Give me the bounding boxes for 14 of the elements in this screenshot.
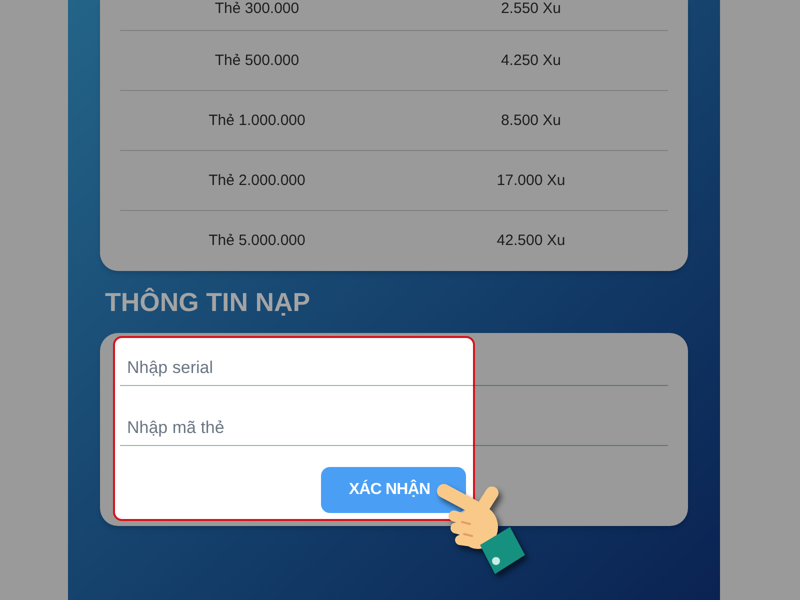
input-field[interactable]: Nhập mã thẻ	[120, 410, 668, 446]
input-field[interactable]: Nhập serial	[120, 350, 668, 386]
table-cell: 4.250 Xu	[500, 52, 562, 70]
table-cell: 17.000 Xu	[496, 172, 566, 190]
table-cell: Thẻ 500.000	[214, 52, 300, 70]
table-cell: Thẻ 1.000.000	[208, 112, 306, 130]
table-cell: Thẻ 300.000	[214, 0, 300, 18]
table-cell: 2.550 Xu	[500, 0, 562, 18]
section-heading: THÔNG TIN NẠP	[105, 286, 310, 318]
table-cell: Thẻ 5.000.000	[208, 232, 306, 250]
table-cell: 42.500 Xu	[496, 232, 566, 250]
confirm-button[interactable]: XÁC NHẬN	[321, 467, 466, 513]
table-cell: 8.500 Xu	[500, 112, 562, 130]
table-cell: Thẻ 2.000.000	[208, 172, 306, 190]
